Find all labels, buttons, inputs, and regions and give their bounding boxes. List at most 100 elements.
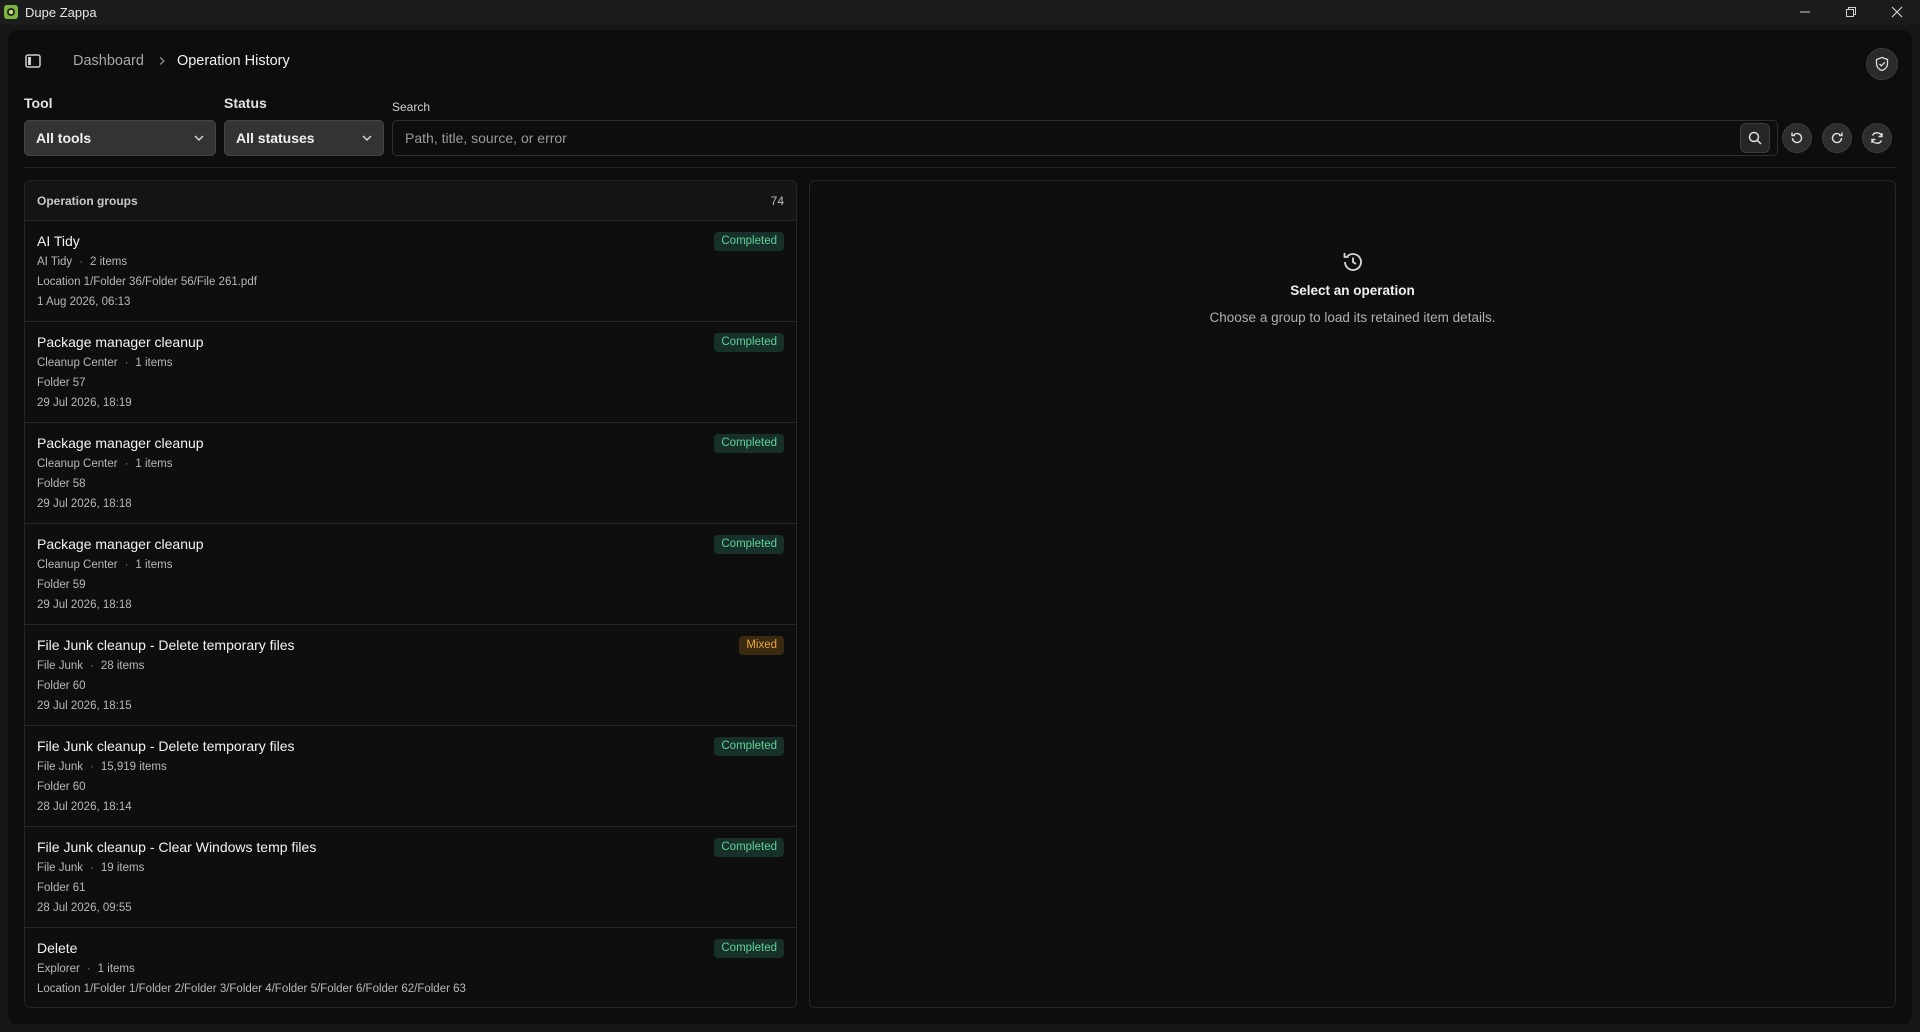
- group-item-count: 1 items: [97, 963, 135, 975]
- group-path: Location 1/Folder 36/Folder 56/File 261.…: [37, 276, 257, 288]
- group-tool: Cleanup Center: [37, 559, 118, 571]
- group-path: Folder 60: [37, 781, 86, 793]
- empty-subtitle: Choose a group to load its retained item…: [1209, 310, 1496, 325]
- group-meta: File Junk · 19 items: [37, 862, 145, 874]
- group-tool: Cleanup Center: [37, 458, 118, 470]
- chevron-right-icon: [157, 56, 167, 66]
- main-window: Dashboard Operation History Tool All too…: [8, 30, 1912, 1024]
- group-tool: Cleanup Center: [37, 357, 118, 369]
- group-title: File Junk cleanup - Delete temporary fil…: [37, 738, 295, 754]
- list-item[interactable]: File Junk cleanup - Delete temporary fil…: [25, 726, 796, 827]
- group-item-count: 15,919 items: [100, 761, 167, 773]
- group-meta: File Junk · 28 items: [37, 660, 145, 672]
- group-meta: Cleanup Center · 1 items: [37, 559, 173, 571]
- group-item-count: 1 items: [135, 458, 173, 470]
- status-badge: Completed: [714, 737, 784, 756]
- status-badge: Completed: [714, 838, 784, 857]
- operation-groups-panel: Operation groups 74 AI Tidy AI Tidy · 2 it…: [24, 180, 797, 1008]
- group-path: Folder 57: [37, 377, 86, 389]
- group-date: 28 Jul 2026, 09:55: [37, 902, 132, 914]
- minimize-button[interactable]: [1782, 0, 1828, 24]
- status-badge: Completed: [714, 333, 784, 352]
- group-tool: File Junk: [37, 761, 84, 773]
- group-date: 1 Aug 2026, 06:13: [37, 296, 131, 308]
- search-field: [392, 120, 1778, 156]
- history-icon: [1340, 249, 1366, 275]
- list-item[interactable]: AI Tidy AI Tidy · 2 items Location 1/Folde…: [25, 221, 796, 322]
- group-title: Package manager cleanup: [37, 435, 204, 451]
- panel-title: Operation groups: [37, 193, 138, 208]
- refresh-button[interactable]: [1862, 123, 1892, 153]
- status-badge: Completed: [714, 535, 784, 554]
- group-path: Folder 60: [37, 680, 86, 692]
- search-button[interactable]: [1740, 123, 1770, 153]
- shield-button[interactable]: [1866, 48, 1898, 80]
- redo-icon: [1831, 132, 1843, 144]
- group-date: 29 Jul 2026, 18:19: [37, 397, 132, 409]
- status-badge: Completed: [714, 939, 784, 958]
- empty-state: Select an operation Choose a group to lo…: [810, 249, 1895, 325]
- search-input[interactable]: [393, 121, 1777, 155]
- panel-header: Operation groups 74: [25, 181, 796, 221]
- group-path: Folder 58: [37, 478, 86, 490]
- header: Dashboard Operation History: [8, 30, 1912, 94]
- window-controls: [1782, 0, 1920, 24]
- group-tool: File Junk: [37, 660, 84, 672]
- status-select-value: All statuses: [236, 130, 315, 146]
- group-meta: Cleanup Center · 1 items: [37, 458, 173, 470]
- app-title: Dupe Zappa: [25, 4, 97, 20]
- tool-select-value: All tools: [36, 130, 92, 146]
- group-meta: Cleanup Center · 1 items: [37, 357, 173, 369]
- list-item[interactable]: Delete Explorer · 1 items Location 1/Folde…: [25, 928, 796, 1007]
- filter-divider: [24, 167, 1896, 168]
- group-title: Package manager cleanup: [37, 536, 204, 552]
- restore-button[interactable]: [1828, 0, 1874, 24]
- list-item[interactable]: File Junk cleanup - Clear Windows temp f…: [25, 827, 796, 928]
- group-date: 29 Jul 2026, 18:18: [37, 498, 132, 510]
- group-date: 29 Jul 2026, 18:15: [37, 700, 132, 712]
- operation-detail-panel: Select an operation Choose a group to lo…: [809, 180, 1896, 1008]
- group-date: 28 Jul 2026, 18:14: [37, 801, 132, 813]
- empty-title: Select an operation: [1290, 283, 1415, 298]
- group-title: File Junk cleanup - Delete temporary fil…: [37, 637, 295, 653]
- search-label: Search: [392, 100, 431, 114]
- group-title: AI Tidy: [37, 233, 80, 249]
- group-title: Delete: [37, 940, 78, 956]
- status-badge: Completed: [714, 434, 784, 453]
- breadcrumb-dashboard[interactable]: Dashboard: [73, 53, 144, 69]
- tool-filter-label: Tool: [24, 95, 53, 111]
- group-meta: File Junk · 15,919 items: [37, 761, 167, 773]
- group-item-count: 19 items: [100, 862, 145, 874]
- list-item[interactable]: File Junk cleanup - Delete temporary fil…: [25, 625, 796, 726]
- list-item[interactable]: Package manager cleanup Cleanup Center · 1…: [25, 524, 796, 625]
- shield-check-icon: [1875, 56, 1889, 72]
- undo-button[interactable]: [1782, 123, 1812, 153]
- status-badge: Mixed: [739, 636, 784, 655]
- group-count: 74: [770, 193, 784, 208]
- group-tool: File Junk: [37, 862, 84, 874]
- group-path: Location 1/Folder 1/Folder 2/Folder 3/Fo…: [37, 983, 466, 995]
- chevron-down-icon: [362, 135, 372, 141]
- group-item-count: 2 items: [90, 256, 128, 268]
- group-tool: AI Tidy: [37, 256, 73, 268]
- search-icon: [1748, 131, 1762, 145]
- group-item-count: 28 items: [100, 660, 145, 672]
- tool-select[interactable]: All tools: [24, 120, 216, 156]
- group-item-count: 1 items: [135, 357, 173, 369]
- status-filter-label: Status: [224, 95, 267, 111]
- sidebar-toggle-icon[interactable]: [24, 52, 42, 70]
- status-select[interactable]: All statuses: [224, 120, 384, 156]
- chevron-down-icon: [194, 135, 204, 141]
- group-meta: AI Tidy · 2 items: [37, 256, 128, 268]
- redo-button[interactable]: [1822, 123, 1852, 153]
- list-item[interactable]: Package manager cleanup Cleanup Center · 1…: [25, 423, 796, 524]
- group-path: Folder 61: [37, 882, 86, 894]
- title-bar: Dupe Zappa: [0, 0, 1920, 24]
- close-button[interactable]: [1874, 0, 1920, 24]
- breadcrumb: Dashboard Operation History: [73, 53, 290, 69]
- group-title: File Junk cleanup - Clear Windows temp f…: [37, 839, 317, 855]
- list-item[interactable]: Package manager cleanup Cleanup Center · 1…: [25, 322, 796, 423]
- group-path: Folder 59: [37, 579, 86, 591]
- undo-icon: [1791, 132, 1803, 144]
- page-title: Operation History: [176, 53, 290, 69]
